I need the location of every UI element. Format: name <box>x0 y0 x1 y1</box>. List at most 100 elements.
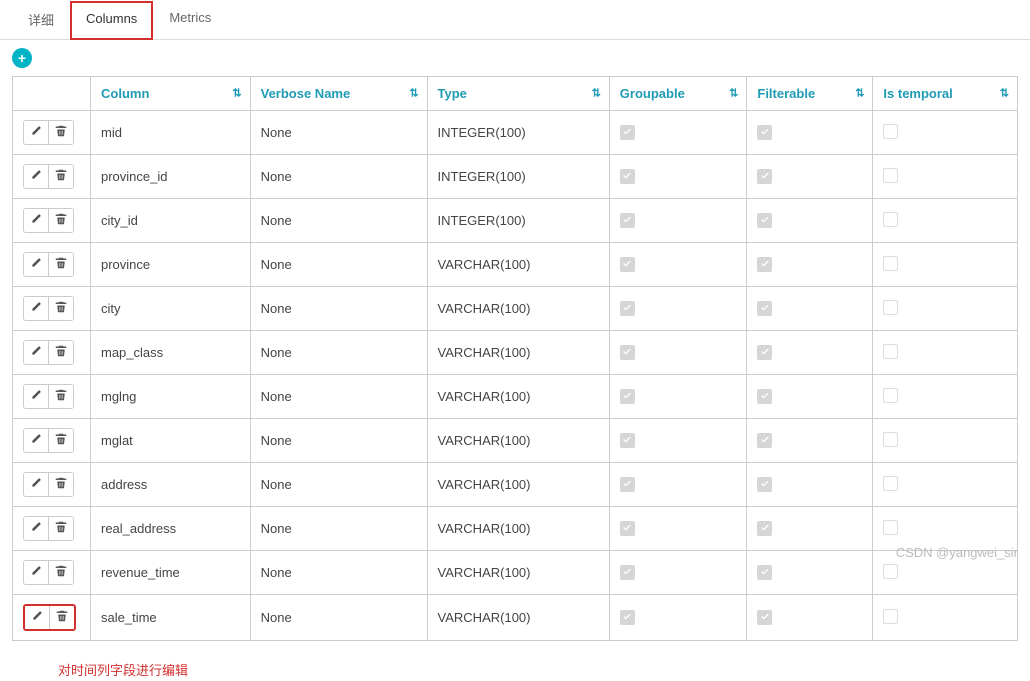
header-groupable[interactable]: Groupable⇅ <box>609 77 747 111</box>
checkbox-checked-icon[interactable] <box>757 257 772 272</box>
delete-button[interactable] <box>48 253 73 276</box>
cell-filterable <box>747 419 873 463</box>
checkbox-unchecked-icon[interactable] <box>883 212 898 227</box>
checkbox-checked-icon[interactable] <box>757 521 772 536</box>
tab-metrics[interactable]: Metrics <box>153 0 227 39</box>
checkbox-checked-icon[interactable] <box>757 301 772 316</box>
checkbox-checked-icon[interactable] <box>620 433 635 448</box>
tab-详细[interactable]: 详细 <box>12 0 70 39</box>
header-verbose[interactable]: Verbose Name⇅ <box>250 77 427 111</box>
cell-groupable <box>609 463 747 507</box>
checkbox-unchecked-icon[interactable] <box>883 564 898 579</box>
checkbox-unchecked-icon[interactable] <box>883 300 898 315</box>
row-actions <box>23 428 74 453</box>
tabs-bar: 详细ColumnsMetrics <box>0 0 1030 40</box>
edit-button[interactable] <box>24 385 48 408</box>
delete-button[interactable] <box>49 606 74 629</box>
cell-actions <box>13 507 91 551</box>
delete-button[interactable] <box>48 165 73 188</box>
sort-icon[interactable]: ⇅ <box>855 88 864 99</box>
delete-button[interactable] <box>48 429 73 452</box>
checkbox-checked-icon[interactable] <box>757 610 772 625</box>
cell-column: sale_time <box>91 595 251 641</box>
header-type[interactable]: Type⇅ <box>427 77 609 111</box>
edit-icon <box>30 521 42 536</box>
cell-actions <box>13 111 91 155</box>
edit-button[interactable] <box>24 473 48 496</box>
cell-groupable <box>609 507 747 551</box>
checkbox-unchecked-icon[interactable] <box>883 432 898 447</box>
tab-columns[interactable]: Columns <box>70 1 153 40</box>
edit-button[interactable] <box>24 165 48 188</box>
header-temporal[interactable]: Is temporal⇅ <box>873 77 1018 111</box>
checkbox-unchecked-icon[interactable] <box>883 256 898 271</box>
cell-verbose: None <box>250 155 427 199</box>
edit-button[interactable] <box>24 429 48 452</box>
checkbox-checked-icon[interactable] <box>757 389 772 404</box>
edit-button[interactable] <box>24 297 48 320</box>
checkbox-checked-icon[interactable] <box>757 125 772 140</box>
edit-button[interactable] <box>24 341 48 364</box>
checkbox-checked-icon[interactable] <box>620 565 635 580</box>
sort-icon[interactable]: ⇅ <box>232 88 241 99</box>
cell-filterable <box>747 155 873 199</box>
edit-icon <box>30 169 42 184</box>
checkbox-checked-icon[interactable] <box>620 301 635 316</box>
cell-type: INTEGER(100) <box>427 111 609 155</box>
checkbox-checked-icon[interactable] <box>757 213 772 228</box>
delete-button[interactable] <box>48 121 73 144</box>
checkbox-unchecked-icon[interactable] <box>883 168 898 183</box>
cell-verbose: None <box>250 463 427 507</box>
checkbox-checked-icon[interactable] <box>620 477 635 492</box>
edit-button[interactable] <box>25 606 49 629</box>
checkbox-checked-icon[interactable] <box>620 213 635 228</box>
checkbox-unchecked-icon[interactable] <box>883 388 898 403</box>
sort-icon[interactable]: ⇅ <box>409 88 418 99</box>
delete-button[interactable] <box>48 473 73 496</box>
cell-verbose: None <box>250 243 427 287</box>
header-column[interactable]: Column⇅ <box>91 77 251 111</box>
checkbox-checked-icon[interactable] <box>620 125 635 140</box>
delete-button[interactable] <box>48 297 73 320</box>
checkbox-unchecked-icon[interactable] <box>883 124 898 139</box>
checkbox-checked-icon[interactable] <box>757 169 772 184</box>
checkbox-unchecked-icon[interactable] <box>883 609 898 624</box>
checkbox-checked-icon[interactable] <box>757 345 772 360</box>
delete-button[interactable] <box>48 209 73 232</box>
row-actions <box>23 384 74 409</box>
edit-button[interactable] <box>24 121 48 144</box>
header-filterable[interactable]: Filterable⇅ <box>747 77 873 111</box>
table-row: sale_timeNoneVARCHAR(100) <box>13 595 1018 641</box>
sort-icon[interactable]: ⇅ <box>729 88 738 99</box>
row-actions <box>23 120 74 145</box>
delete-button[interactable] <box>48 561 73 584</box>
checkbox-unchecked-icon[interactable] <box>883 520 898 535</box>
cell-temporal <box>873 243 1018 287</box>
delete-button[interactable] <box>48 341 73 364</box>
checkbox-unchecked-icon[interactable] <box>883 476 898 491</box>
cell-column: province <box>91 243 251 287</box>
cell-column: mglng <box>91 375 251 419</box>
delete-button[interactable] <box>48 385 73 408</box>
edit-button[interactable] <box>24 209 48 232</box>
checkbox-checked-icon[interactable] <box>757 477 772 492</box>
checkbox-unchecked-icon[interactable] <box>883 344 898 359</box>
checkbox-checked-icon[interactable] <box>620 257 635 272</box>
checkbox-checked-icon[interactable] <box>620 610 635 625</box>
cell-verbose: None <box>250 419 427 463</box>
checkbox-checked-icon[interactable] <box>620 389 635 404</box>
edit-button[interactable] <box>24 517 48 540</box>
checkbox-checked-icon[interactable] <box>620 345 635 360</box>
checkbox-checked-icon[interactable] <box>757 565 772 580</box>
sort-icon[interactable]: ⇅ <box>1000 88 1009 99</box>
table-wrap: Column⇅ Verbose Name⇅ Type⇅ Groupable⇅ F… <box>0 76 1030 681</box>
cell-groupable <box>609 375 747 419</box>
sort-icon[interactable]: ⇅ <box>592 88 601 99</box>
checkbox-checked-icon[interactable] <box>620 169 635 184</box>
edit-button[interactable] <box>24 561 48 584</box>
edit-button[interactable] <box>24 253 48 276</box>
add-button[interactable]: + <box>12 48 32 68</box>
checkbox-checked-icon[interactable] <box>757 433 772 448</box>
delete-button[interactable] <box>48 517 73 540</box>
checkbox-checked-icon[interactable] <box>620 521 635 536</box>
